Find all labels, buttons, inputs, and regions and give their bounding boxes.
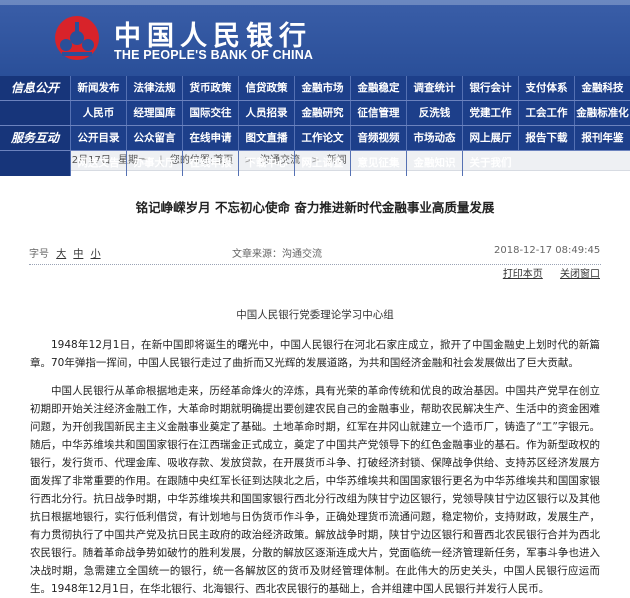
nav-item[interactable]: 工会工作 (518, 101, 574, 125)
nav-item[interactable]: 在线申请 (182, 126, 238, 150)
pboc-emblem-icon[interactable] (52, 14, 102, 62)
nav-section-label: 服务互动 (0, 126, 70, 150)
article-source: 文章来源：沟通交流 (232, 249, 322, 260)
site-header: 中国人民银行 THE PEOPLE'S BANK OF CHINA (0, 0, 630, 76)
nav-section-spacer (0, 101, 70, 125)
nav-item[interactable]: 网送文告 (70, 151, 126, 176)
nav-item[interactable]: 报刊年鉴 (574, 126, 630, 150)
nav-item[interactable]: 支付体系 (518, 76, 574, 100)
close-window-link[interactable]: 关闭窗口 (560, 269, 600, 280)
nav-row: 服务互动 公开目录 公众留言 在线申请 图文直播 工作论文 音频视频 市场动态 网上展厅 报告下载… (0, 126, 630, 151)
nav-items: 公开目录 公众留言 在线申请 图文直播 工作论文 音频视频 市场动态 网上展厅 报告下载 报刊年鉴 (70, 126, 630, 150)
nav-row: 信息公开 新闻发布 法律法规 货币政策 信贷政策 金融市场 金融稳定 调查统计 银行会计 支付体系… (0, 76, 630, 101)
nav-item[interactable]: 网上展厅 (462, 126, 518, 150)
nav-item[interactable]: 下载中心 (238, 151, 294, 176)
nav-item[interactable]: 音频视频 (350, 126, 406, 150)
nav-item[interactable]: 法律法规 (126, 76, 182, 100)
nav-section-spacer (0, 151, 70, 176)
nav-items: 网送文告 办事大厅 在线申报 下载中心 网上调查 意见征集 金融知识 关于我们 (70, 151, 630, 176)
nav-item[interactable]: 办事大厅 (126, 151, 182, 176)
article-meta: 字号 大 中 小 文章来源：沟通交流 2018-12-17 08:49:45 (0, 242, 630, 262)
nav-item[interactable]: 经理国库 (126, 101, 182, 125)
nav-row: 人民币 经理国库 国际交往 人员招录 金融研究 征信管理 反洗钱 党建工作 工会工作 金融标准化 (0, 101, 630, 126)
nav-item[interactable]: 货币政策 (182, 76, 238, 100)
font-size-medium-link[interactable]: 中 (73, 249, 83, 260)
nav-item[interactable]: 人员招录 (238, 101, 294, 125)
nav-item[interactable]: 信贷政策 (238, 76, 294, 100)
nav-items: 人民币 经理国库 国际交往 人员招录 金融研究 征信管理 反洗钱 党建工作 工会工作 金融标准化 (70, 101, 630, 125)
nav-item[interactable]: 公众留言 (126, 126, 182, 150)
article-byline: 中国人民银行党委理论学习中心组 (236, 309, 394, 321)
article-paragraph: 中国人民银行从革命根据地走来，历经革命烽火的淬炼，具有光荣的革命传统和优良的政治… (30, 385, 600, 595)
nav-item[interactable]: 工作论文 (294, 126, 350, 150)
header-top-line (0, 0, 630, 5)
nav-item[interactable]: 党建工作 (462, 101, 518, 125)
font-size-switcher: 字号 大 中 小 (29, 245, 101, 260)
article-body: 1948年12月1日，在新中国即将诞生的曙光中，中国人民银行在河北石家庄成立，掀… (0, 322, 630, 598)
nav-item[interactable]: 新闻发布 (70, 76, 126, 100)
nav-item[interactable]: 金融标准化 (574, 101, 630, 125)
main-navigation: 信息公开 新闻发布 法律法规 货币政策 信贷政策 金融市场 金融稳定 调查统计 银行会计 支付体系… (0, 76, 630, 176)
nav-item[interactable]: 意见征集 (350, 151, 406, 176)
nav-item[interactable]: 金融市场 (294, 76, 350, 100)
nav-item[interactable]: 报告下载 (518, 126, 574, 150)
logo-english-name[interactable]: THE PEOPLE'S BANK OF CHINA (114, 48, 313, 62)
nav-item[interactable]: 国际交往 (182, 101, 238, 125)
nav-item[interactable]: 调查统计 (406, 76, 462, 100)
nav-item[interactable]: 网上调查 (294, 151, 350, 176)
article-title: 铭记峥嵘岁月 不忘初心使命 奋力推进新时代金融事业高质量发展 (135, 200, 495, 215)
nav-item[interactable]: 公开目录 (70, 126, 126, 150)
nav-item[interactable]: 人民币 (70, 101, 126, 125)
print-page-link[interactable]: 打印本页 (503, 269, 543, 280)
article-paragraph: 1948年12月1日，在新中国即将诞生的曙光中，中国人民银行在河北石家庄成立，掀… (30, 339, 600, 369)
nav-section-label: 信息公开 (0, 76, 70, 100)
nav-item[interactable]: 征信管理 (350, 101, 406, 125)
nav-item[interactable]: 金融稳定 (350, 76, 406, 100)
nav-item[interactable]: 反洗钱 (406, 101, 462, 125)
nav-item[interactable]: 金融研究 (294, 101, 350, 125)
nav-row: 网送文告 办事大厅 在线申报 下载中心 网上调查 意见征集 金融知识 关于我们 (0, 151, 630, 176)
font-size-small-link[interactable]: 小 (91, 249, 101, 260)
font-size-label: 字号 (29, 249, 49, 260)
article-tools: 打印本页 关闭窗口 (0, 265, 630, 285)
nav-item[interactable]: 在线申报 (182, 151, 238, 176)
nav-items: 新闻发布 法律法规 货币政策 信贷政策 金融市场 金融稳定 调查统计 银行会计 支付体系 金融科技 (70, 76, 630, 100)
article-datetime: 2018-12-17 08:49:45 (494, 245, 601, 256)
nav-item[interactable]: 图文直播 (238, 126, 294, 150)
nav-item[interactable]: 金融科技 (574, 76, 630, 100)
nav-item[interactable]: 关于我们 (462, 151, 518, 176)
font-size-large-link[interactable]: 大 (56, 249, 66, 260)
nav-item[interactable]: 金融知识 (406, 151, 462, 176)
nav-item[interactable]: 市场动态 (406, 126, 462, 150)
nav-item[interactable]: 银行会计 (462, 76, 518, 100)
